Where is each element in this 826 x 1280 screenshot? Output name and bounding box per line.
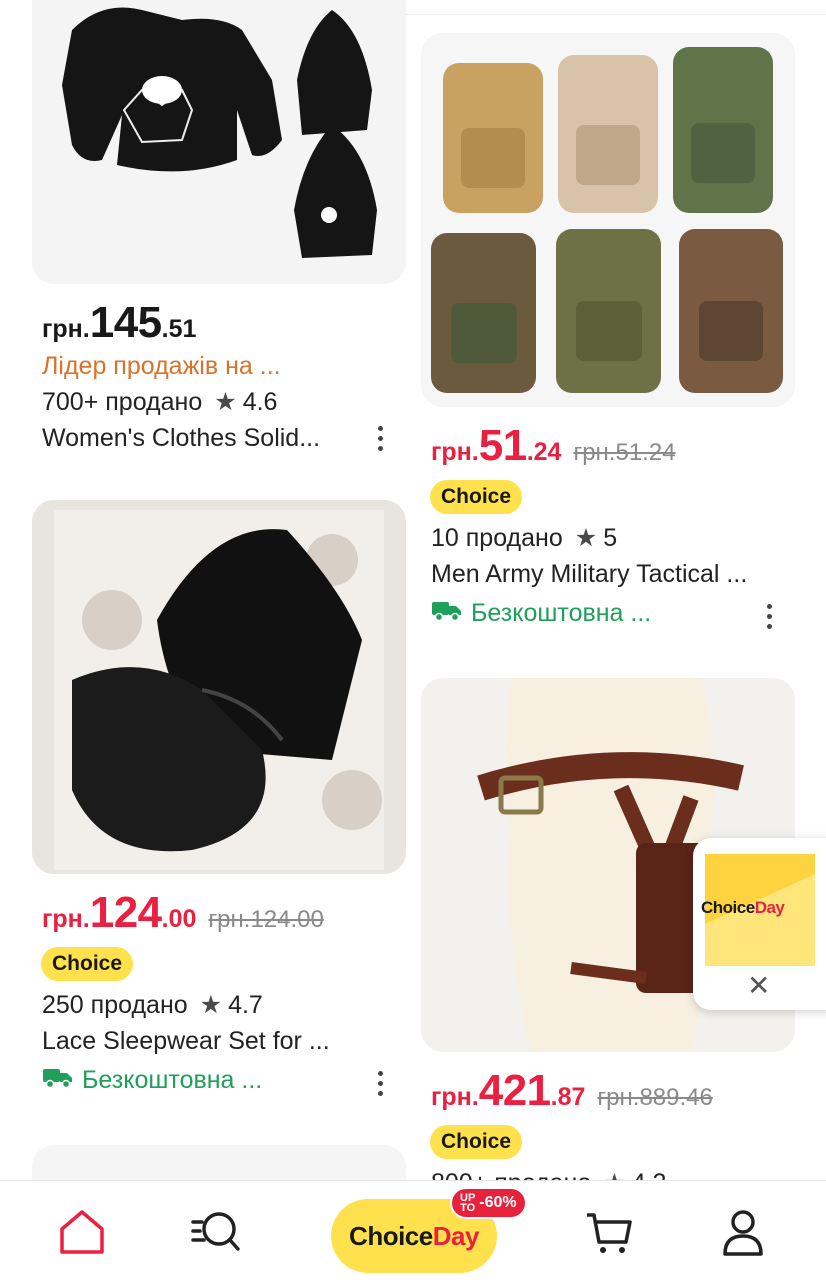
sold-rating-row: 250 продано ★ 4.7 xyxy=(32,987,406,1023)
promo-logo: ChoiceDay xyxy=(701,898,785,918)
shipping-label: Безкоштовна ... xyxy=(82,1066,263,1094)
promo-logo-part: Day xyxy=(754,898,785,917)
price-currency: грн. xyxy=(431,438,479,466)
product-image[interactable] xyxy=(32,0,406,284)
price-integer: 145 xyxy=(89,298,162,347)
product-card[interactable]: грн. 124 .00 грн.124.00 Choice 250 прода… xyxy=(32,500,406,1096)
more-icon[interactable] xyxy=(759,598,779,634)
product-title[interactable]: Lace Sleepwear Set for ... xyxy=(32,1023,402,1059)
promo-badge: UP TO -60% xyxy=(450,1187,527,1219)
original-price: грн.889.46 xyxy=(597,1084,713,1111)
choice-badge: Choice xyxy=(430,1125,523,1159)
price: грн. 124 .00 грн.124.00 xyxy=(32,888,406,938)
product-image[interactable] xyxy=(32,500,406,874)
truck-icon xyxy=(431,598,463,629)
price-currency: грн. xyxy=(42,315,90,343)
account-icon[interactable] xyxy=(718,1207,768,1257)
original-price: грн.51.24 xyxy=(573,439,676,466)
rating: 4.7 xyxy=(228,991,263,1019)
rating: 4.6 xyxy=(242,388,278,416)
close-icon[interactable]: ✕ xyxy=(747,970,770,1002)
rating: 5 xyxy=(603,524,618,552)
product-image[interactable] xyxy=(421,33,795,407)
sold-rating-row: 10 продано ★ 5 xyxy=(421,520,795,556)
truck-icon xyxy=(42,1065,74,1096)
price-decimal: .51 xyxy=(161,315,197,343)
free-shipping: Безкоштовна ... xyxy=(421,598,795,629)
price: грн. 421 .87 грн.889.46 xyxy=(421,1066,795,1116)
promo-percent: -60% xyxy=(479,1194,517,1211)
price: грн. 51 .24 грн.51.24 xyxy=(421,421,795,471)
search-icon[interactable] xyxy=(190,1207,240,1257)
price-integer: 421 xyxy=(478,1066,551,1115)
promo-upto: TO xyxy=(460,1202,476,1214)
price-integer: 124 xyxy=(89,888,162,937)
sold-count: 250 продано xyxy=(42,991,188,1019)
choice-day-label: Day xyxy=(432,1220,480,1251)
floating-promo[interactable]: ChoiceDay ✕ xyxy=(693,838,826,1010)
free-shipping: Безкоштовна ... xyxy=(32,1065,406,1096)
promo-logo-part: Choice xyxy=(701,898,755,917)
price-currency: грн. xyxy=(42,905,90,933)
shipping-label: Безкоштовна ... xyxy=(471,599,652,627)
bottom-nav: Choice Day UP TO -60% xyxy=(0,1180,826,1280)
choice-badge: Choice xyxy=(41,947,134,981)
home-icon[interactable] xyxy=(57,1207,107,1257)
price-decimal: .00 xyxy=(161,905,197,933)
sold-count: 700+ продано xyxy=(42,388,203,416)
choice-day-label: Choice xyxy=(349,1220,433,1251)
product-card[interactable]: грн. 51 .24 грн.51.24 Choice 10 продано … xyxy=(421,33,795,629)
price-currency: грн. xyxy=(431,1083,479,1111)
original-price: грн.124.00 xyxy=(208,906,324,933)
choice-badge: Choice xyxy=(430,480,523,514)
star-icon: ★ xyxy=(199,991,223,1019)
product-title[interactable]: Women's Clothes Solid... xyxy=(32,420,352,456)
price: грн. 145 .51 xyxy=(32,298,406,348)
sold-rating-row: 700+ продано ★ 4.6 xyxy=(32,384,406,420)
product-title[interactable]: Men Army Military Tactical ... xyxy=(421,556,791,592)
cart-icon[interactable] xyxy=(584,1207,634,1257)
product-card[interactable]: грн. 145 .51 Лідер продажів на ... 700+ … xyxy=(32,0,406,456)
price-integer: 51 xyxy=(478,421,527,470)
more-icon[interactable] xyxy=(370,1065,390,1101)
sold-count: 10 продано xyxy=(431,524,563,552)
price-decimal: .87 xyxy=(550,1083,586,1111)
ranking-label: Лідер продажів на ... xyxy=(42,352,281,380)
more-icon[interactable] xyxy=(370,420,390,456)
star-icon: ★ xyxy=(574,524,598,552)
star-icon: ★ xyxy=(214,388,237,416)
price-decimal: .24 xyxy=(526,438,562,466)
